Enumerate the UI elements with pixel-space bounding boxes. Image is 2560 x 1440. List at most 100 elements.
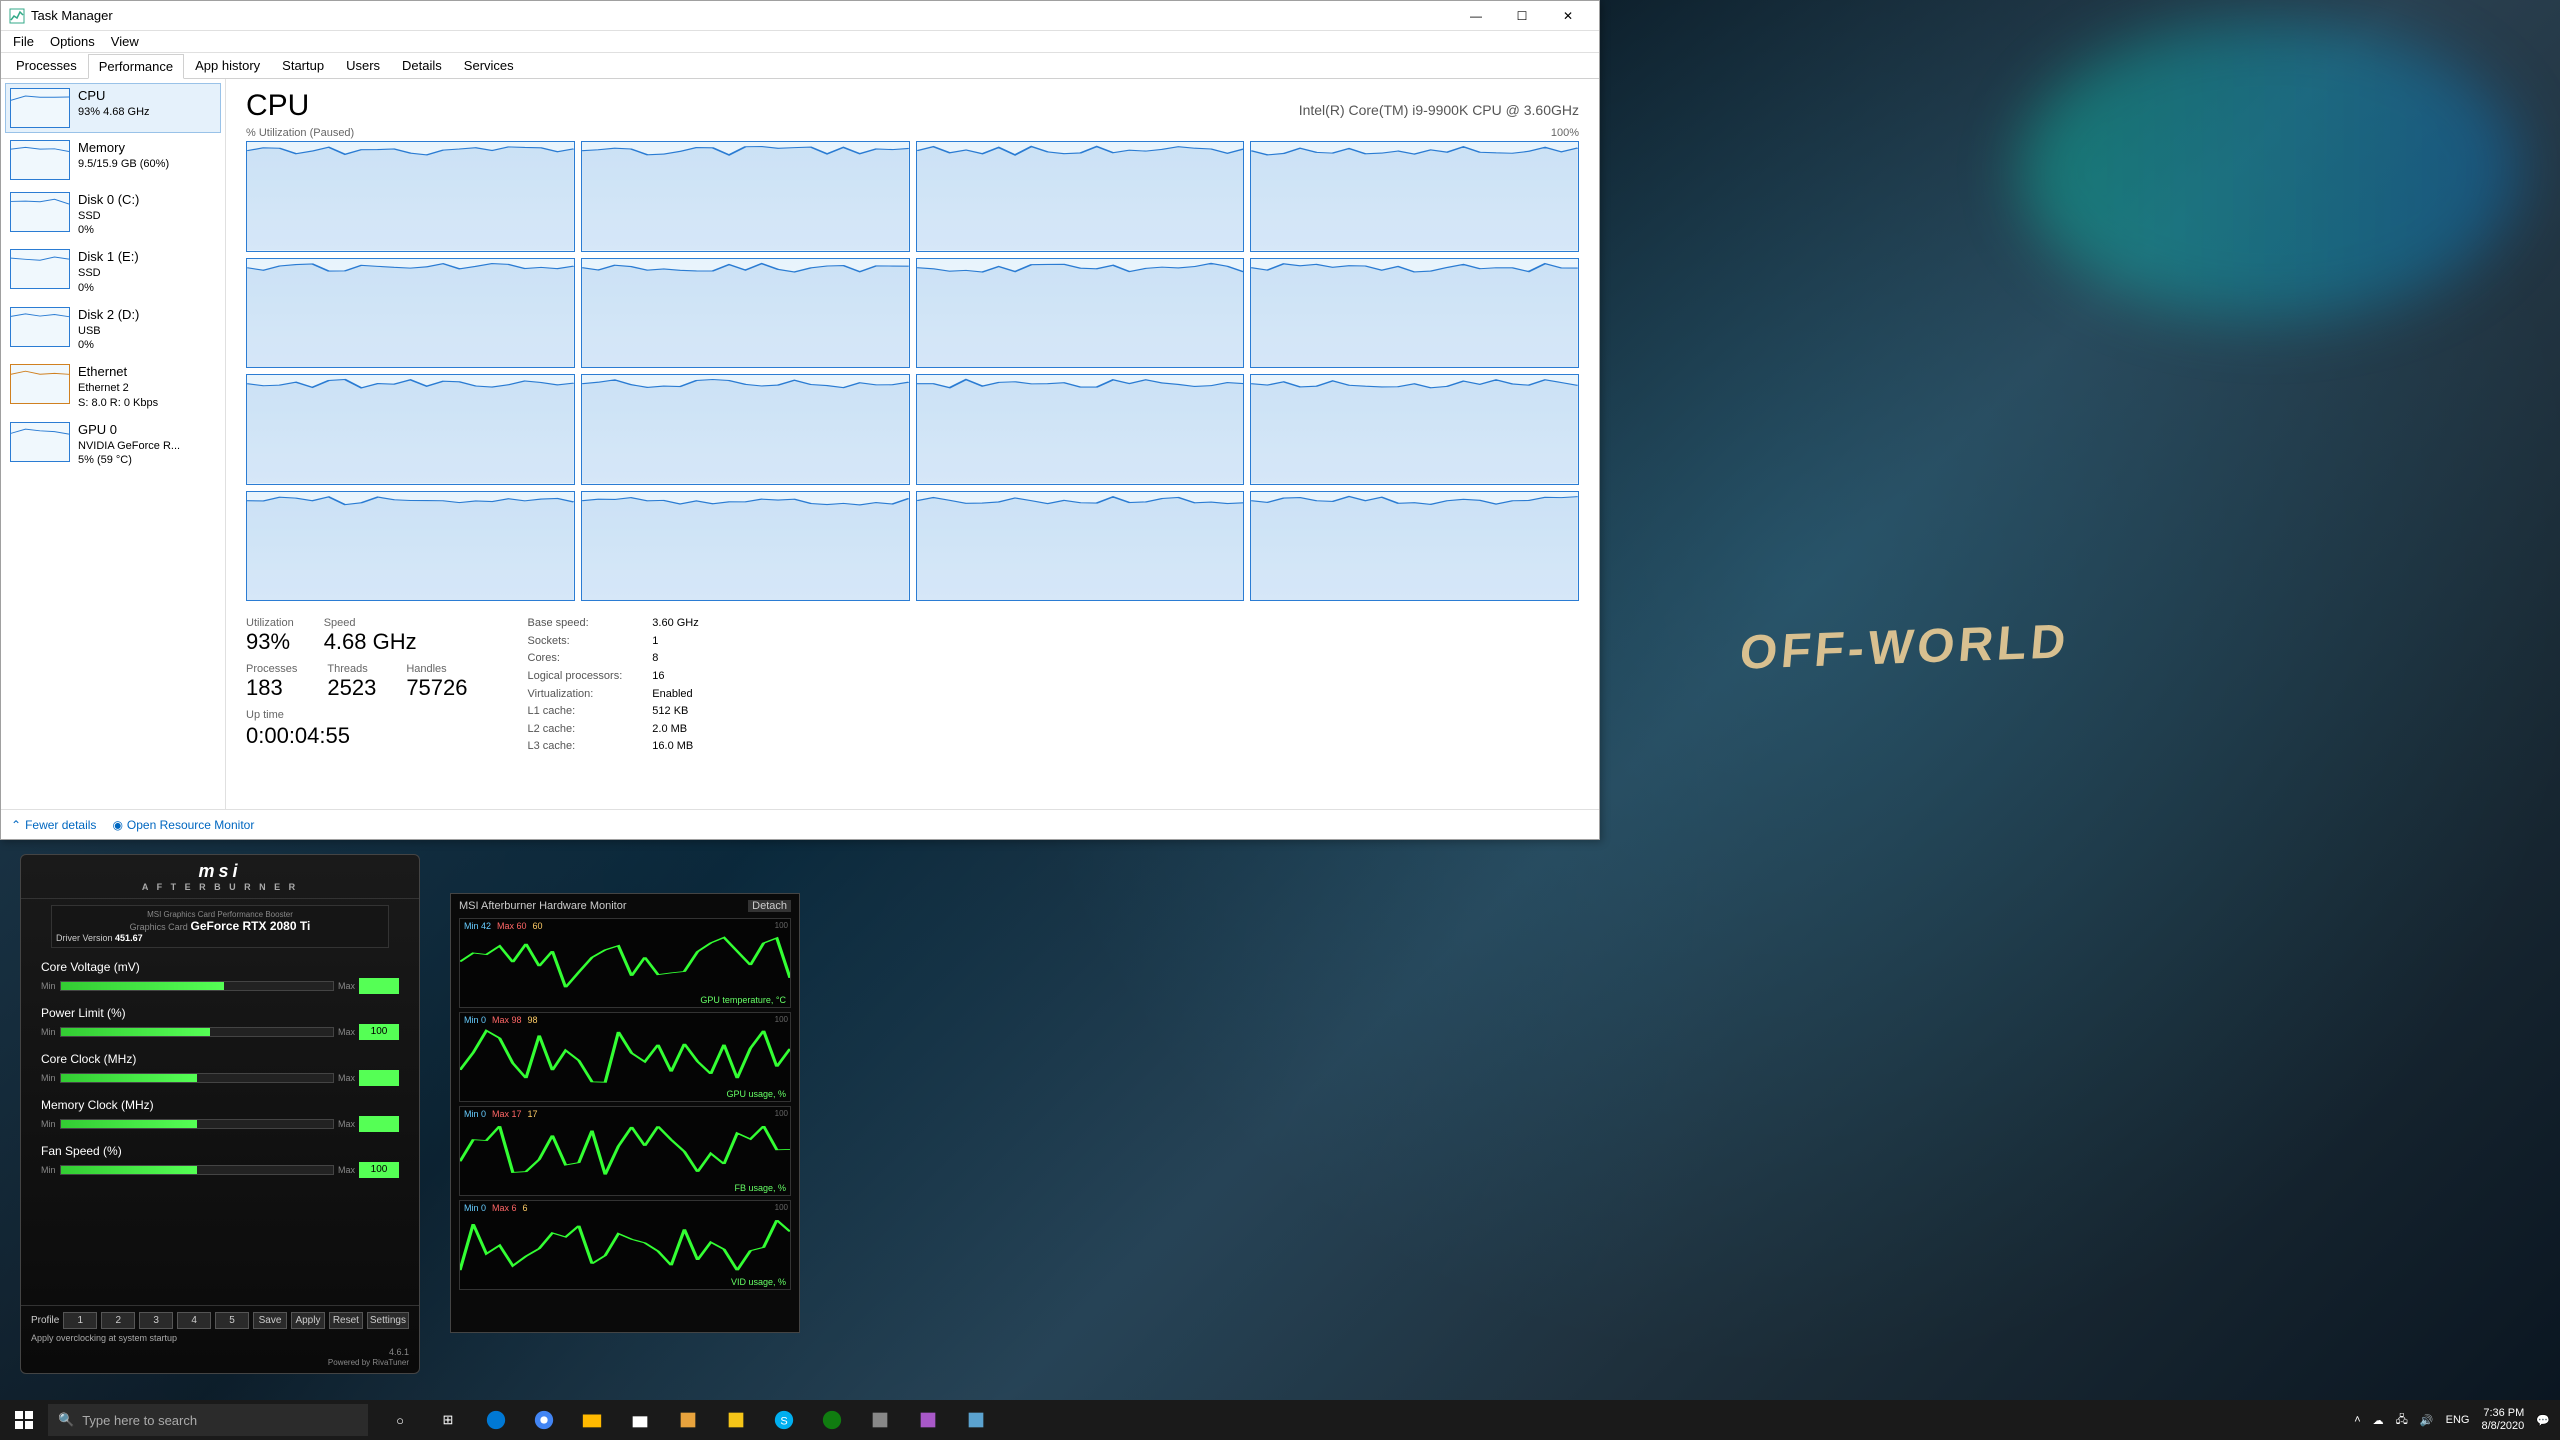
cpu-core-graphs[interactable] <box>246 141 1579 601</box>
slider-track[interactable] <box>60 1165 334 1175</box>
start-button[interactable] <box>0 1400 48 1440</box>
notifications-icon[interactable]: 💬 <box>2536 1414 2550 1427</box>
slider-value[interactable] <box>359 978 399 994</box>
stat-proc-label: Processes <box>246 663 297 675</box>
sidebar-item-cpu[interactable]: CPU93% 4.68 GHz <box>5 83 221 133</box>
startup-toggle[interactable]: Apply overclocking at system startup <box>31 1333 409 1343</box>
spec-label: Logical processors: <box>528 670 623 685</box>
fewer-details-link[interactable]: ⌃Fewer details <box>11 818 96 832</box>
explorer-icon[interactable] <box>568 1400 616 1440</box>
spec-value: Enabled <box>652 688 698 703</box>
slider-fan-speed-: Fan Speed (%) Min Max 100 <box>41 1144 399 1178</box>
cpu-core-graph-13 <box>581 491 910 602</box>
tab-startup[interactable]: Startup <box>271 53 335 78</box>
chrome-icon[interactable] <box>520 1400 568 1440</box>
sliders-panel: Core Voltage (mV) Min Max Power Limit (%… <box>21 954 419 1196</box>
sidebar-item-memory[interactable]: Memory9.5/15.9 GB (60%) <box>5 135 221 185</box>
slider-track[interactable] <box>60 981 334 991</box>
close-button[interactable]: ✕ <box>1545 1 1591 31</box>
hw-graph-gpu-temperature-c[interactable]: Min 42Max 6060 GPU temperature, °C 100 <box>459 918 791 1008</box>
menu-options[interactable]: Options <box>42 32 103 51</box>
task-manager-taskbar-icon[interactable] <box>952 1400 1000 1440</box>
tab-users[interactable]: Users <box>335 53 391 78</box>
tab-processes[interactable]: Processes <box>5 53 88 78</box>
cpu-core-graph-11 <box>1250 374 1579 485</box>
stat-proc-value: 183 <box>246 675 297 701</box>
skype-icon[interactable]: S <box>760 1400 808 1440</box>
maximize-button[interactable]: ☐ <box>1499 1 1545 31</box>
sidebar-item-gpu-0[interactable]: GPU 0NVIDIA GeForce R...5% (59 °C) <box>5 417 221 472</box>
app-icon-3[interactable] <box>856 1400 904 1440</box>
sidebar-item-ethernet[interactable]: EthernetEthernet 2S: 8.0 R: 0 Kbps <box>5 359 221 414</box>
cpu-core-graph-3 <box>1250 141 1579 252</box>
cpu-core-graph-15 <box>1250 491 1579 602</box>
open-resmon-link[interactable]: ◉Open Resource Monitor <box>112 818 254 832</box>
store-icon[interactable] <box>616 1400 664 1440</box>
spec-value: 1 <box>652 635 698 650</box>
reset-button[interactable]: Reset <box>329 1312 363 1329</box>
apply-button[interactable]: Apply <box>291 1312 325 1329</box>
slider-value[interactable] <box>359 1070 399 1086</box>
slider-value[interactable]: 100 <box>359 1024 399 1040</box>
slider-value[interactable]: 100 <box>359 1162 399 1178</box>
cpu-core-graph-9 <box>581 374 910 485</box>
cpu-core-graph-2 <box>916 141 1245 252</box>
spec-label: L3 cache: <box>528 740 623 755</box>
tab-app-history[interactable]: App history <box>184 53 271 78</box>
hw-graph-vid-usage-[interactable]: Min 0Max 66 VID usage, % 100 <box>459 1200 791 1290</box>
tray-onedrive-icon[interactable]: ☁ <box>2373 1414 2384 1427</box>
tray-network-icon[interactable]: 🖧 <box>2396 1411 2408 1430</box>
profile-2[interactable]: 2 <box>101 1312 135 1329</box>
app-icon-2[interactable] <box>712 1400 760 1440</box>
spec-value: 16 <box>652 670 698 685</box>
spec-value: 3.60 GHz <box>652 617 698 632</box>
cpu-core-graph-5 <box>581 258 910 369</box>
detach-button[interactable]: Detach <box>748 900 791 912</box>
tray-volume-icon[interactable]: 🔊 <box>2420 1414 2434 1427</box>
slider-track[interactable] <box>60 1119 334 1129</box>
hw-graph-fb-usage-[interactable]: Min 0Max 1717 FB usage, % 100 <box>459 1106 791 1196</box>
search-icon: 🔍 <box>58 1412 74 1428</box>
stat-threads-label: Threads <box>327 663 376 675</box>
stat-uptime-value: 0:00:04:55 <box>246 723 468 749</box>
slider-track[interactable] <box>60 1027 334 1037</box>
save-button[interactable]: Save <box>253 1312 287 1329</box>
menu-view[interactable]: View <box>103 32 147 51</box>
profile-1[interactable]: 1 <box>63 1312 97 1329</box>
settings-button[interactable]: Settings <box>367 1312 409 1329</box>
sidebar-item-disk-0-c-[interactable]: Disk 0 (C:)SSD0% <box>5 187 221 242</box>
tab-services[interactable]: Services <box>453 53 525 78</box>
xbox-icon[interactable] <box>808 1400 856 1440</box>
profile-5[interactable]: 5 <box>215 1312 249 1329</box>
task-view-icon[interactable]: ⊞ <box>424 1400 472 1440</box>
tab-details[interactable]: Details <box>391 53 453 78</box>
sidebar-item-disk-1-e-[interactable]: Disk 1 (E:)SSD0% <box>5 244 221 299</box>
afterburner-taskbar-icon[interactable] <box>904 1400 952 1440</box>
sidebar-item-disk-2-d-[interactable]: Disk 2 (D:)USB0% <box>5 302 221 357</box>
cpu-core-graph-1 <box>581 141 910 252</box>
tray-lang[interactable]: ENG <box>2446 1414 2470 1426</box>
profile-4[interactable]: 4 <box>177 1312 211 1329</box>
spec-label: Virtualization: <box>528 688 623 703</box>
msi-afterburner-window[interactable]: msi A F T E R B U R N E R MSI Graphics C… <box>20 854 420 1374</box>
stat-threads-value: 2523 <box>327 675 376 701</box>
slider-memory-clock-mhz-: Memory Clock (MHz) Min Max <box>41 1098 399 1132</box>
search-box[interactable]: 🔍 Type here to search <box>48 1404 368 1436</box>
cortana-icon[interactable]: ○ <box>376 1400 424 1440</box>
tab-performance[interactable]: Performance <box>88 54 184 79</box>
wallpaper-sign: OFF-WORLD <box>1738 614 2072 680</box>
titlebar[interactable]: Task Manager — ☐ ✕ <box>1 1 1599 31</box>
app-icon-1[interactable] <box>664 1400 712 1440</box>
task-manager-icon <box>9 8 25 24</box>
spec-label: Base speed: <box>528 617 623 632</box>
clock[interactable]: 7:36 PM 8/8/2020 <box>2481 1407 2524 1433</box>
tray-chevron-icon[interactable]: ˄ <box>2354 1414 2360 1426</box>
minimize-button[interactable]: — <box>1453 1 1499 31</box>
profile-3[interactable]: 3 <box>139 1312 173 1329</box>
menu-file[interactable]: File <box>5 32 42 51</box>
slider-value[interactable] <box>359 1116 399 1132</box>
hw-graph-gpu-usage-[interactable]: Min 0Max 9898 GPU usage, % 100 <box>459 1012 791 1102</box>
slider-track[interactable] <box>60 1073 334 1083</box>
edge-icon[interactable] <box>472 1400 520 1440</box>
msi-hw-monitor-window[interactable]: MSI Afterburner Hardware MonitorDetach M… <box>450 893 800 1333</box>
